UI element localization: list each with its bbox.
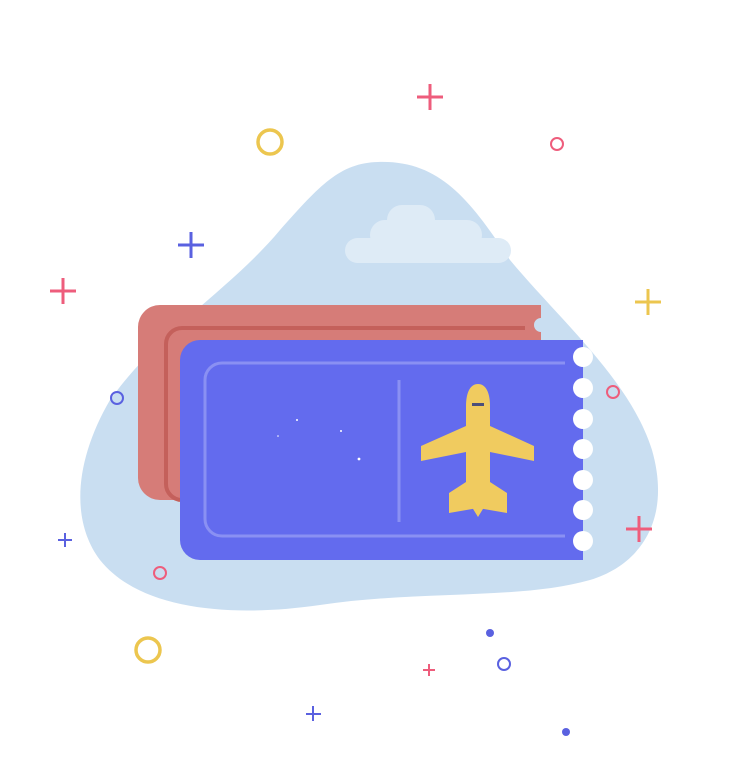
dot-icon bbox=[486, 629, 494, 637]
ticket-illustration bbox=[50, 84, 661, 736]
plus-icon bbox=[50, 278, 76, 304]
plus-icon bbox=[178, 232, 204, 258]
plus-icon bbox=[58, 533, 72, 547]
plus-icon bbox=[635, 289, 661, 315]
plus-icon bbox=[306, 706, 321, 721]
plus-icon bbox=[423, 664, 435, 676]
ring-icon bbox=[134, 636, 162, 664]
ring-icon bbox=[256, 128, 284, 156]
plus-icon bbox=[417, 84, 443, 110]
ring-icon bbox=[550, 137, 564, 151]
ring-icon bbox=[497, 657, 511, 671]
dot-icon bbox=[562, 728, 570, 736]
